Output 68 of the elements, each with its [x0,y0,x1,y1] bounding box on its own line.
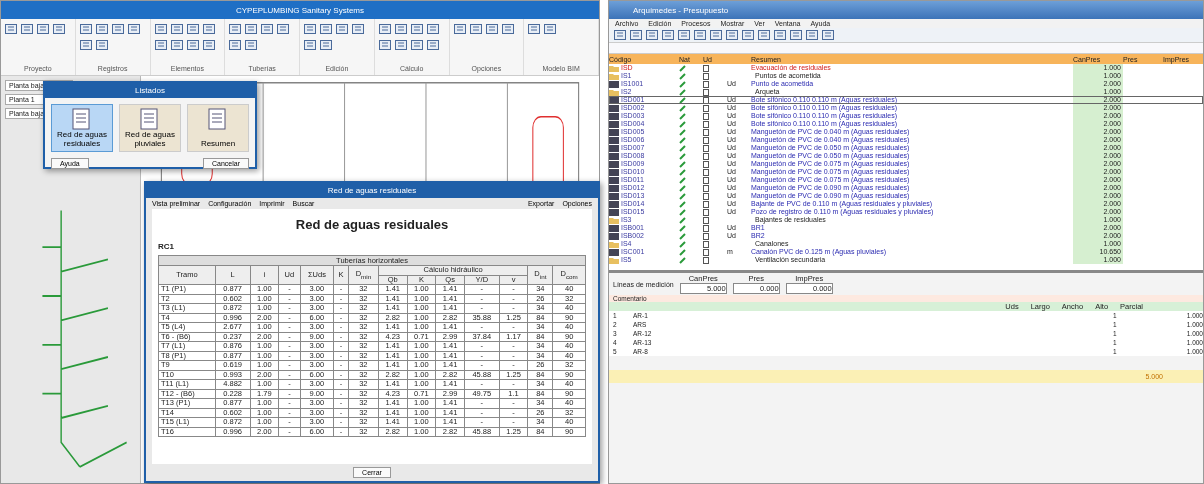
tool-icon[interactable] [36,22,50,36]
tool-icon[interactable] [244,38,259,52]
tool-icon[interactable] [153,38,168,52]
tool-icon[interactable] [276,22,291,36]
tool-icon[interactable] [126,22,141,36]
tool-icon[interactable] [613,28,627,42]
tool-icon[interactable] [260,22,275,36]
tool-icon[interactable] [693,28,707,42]
report-heading: Red de aguas residuales [294,217,450,232]
tool-icon[interactable] [169,38,184,52]
tool-icon[interactable] [4,22,18,36]
tool-icon[interactable] [527,22,542,36]
tool-icon[interactable] [543,22,558,36]
report-option[interactable]: Resumen [187,104,249,152]
tool-icon[interactable] [484,22,499,36]
tool-icon[interactable] [351,22,365,36]
tool-icon[interactable] [409,38,424,52]
tool-icon[interactable] [94,38,109,52]
tool-icon[interactable] [319,38,333,52]
report-option[interactable]: Red de aguas pluviales [119,104,181,152]
tool-icon[interactable] [228,22,243,36]
tool-icon[interactable] [789,28,803,42]
tool-icon[interactable] [629,28,643,42]
section-label: RC1 [158,242,175,251]
tool-icon[interactable] [52,22,66,36]
tool-icon[interactable] [677,28,691,42]
tool-icon[interactable] [335,22,349,36]
tool-icon[interactable] [821,28,835,42]
tool-icon[interactable] [377,38,392,52]
tool-icon[interactable] [201,38,216,52]
tool-icon[interactable] [185,38,200,52]
tool-icon[interactable] [468,22,483,36]
tool-icon[interactable] [500,22,515,36]
tool-icon[interactable] [709,28,723,42]
tool-icon[interactable] [661,28,675,42]
tool-icon[interactable] [409,22,424,36]
tool-icon[interactable] [110,22,125,36]
tool-icon[interactable] [319,22,333,36]
tool-icon[interactable] [153,22,168,36]
tool-icon[interactable] [201,22,216,36]
tool-icon[interactable] [773,28,787,42]
tool-icon[interactable] [757,28,771,42]
tool-icon[interactable] [393,22,408,36]
tool-icon[interactable] [244,22,259,36]
tool-icon[interactable] [425,38,440,52]
tool-icon[interactable] [645,28,659,42]
tool-icon[interactable] [303,38,317,52]
tool-icon[interactable] [78,38,93,52]
dialog-title: Red de aguas residuales [146,183,598,198]
report-option[interactable]: Red de aguas residuales [51,104,113,152]
folder-icon [609,216,619,224]
tool-icon[interactable] [20,22,34,36]
tool-icon[interactable] [228,38,243,52]
tool-icon[interactable] [741,28,755,42]
tool-icon[interactable] [78,22,93,36]
tool-icon[interactable] [393,38,408,52]
tool-icon[interactable] [377,22,392,36]
tool-icon[interactable] [303,22,317,36]
tool-icon[interactable] [425,22,440,36]
tool-icon[interactable] [805,28,819,42]
tool-icon[interactable] [169,22,184,36]
dialog-title: Listados [45,83,255,98]
tool-icon[interactable] [452,22,467,36]
tool-icon[interactable] [185,22,200,36]
window-title: Arquímedes - Presupuesto [609,1,1203,19]
tool-icon[interactable] [94,22,109,36]
tool-icon[interactable] [725,28,739,42]
window-title: CYPEPLUMBING Sanitary Systems [1,1,599,19]
